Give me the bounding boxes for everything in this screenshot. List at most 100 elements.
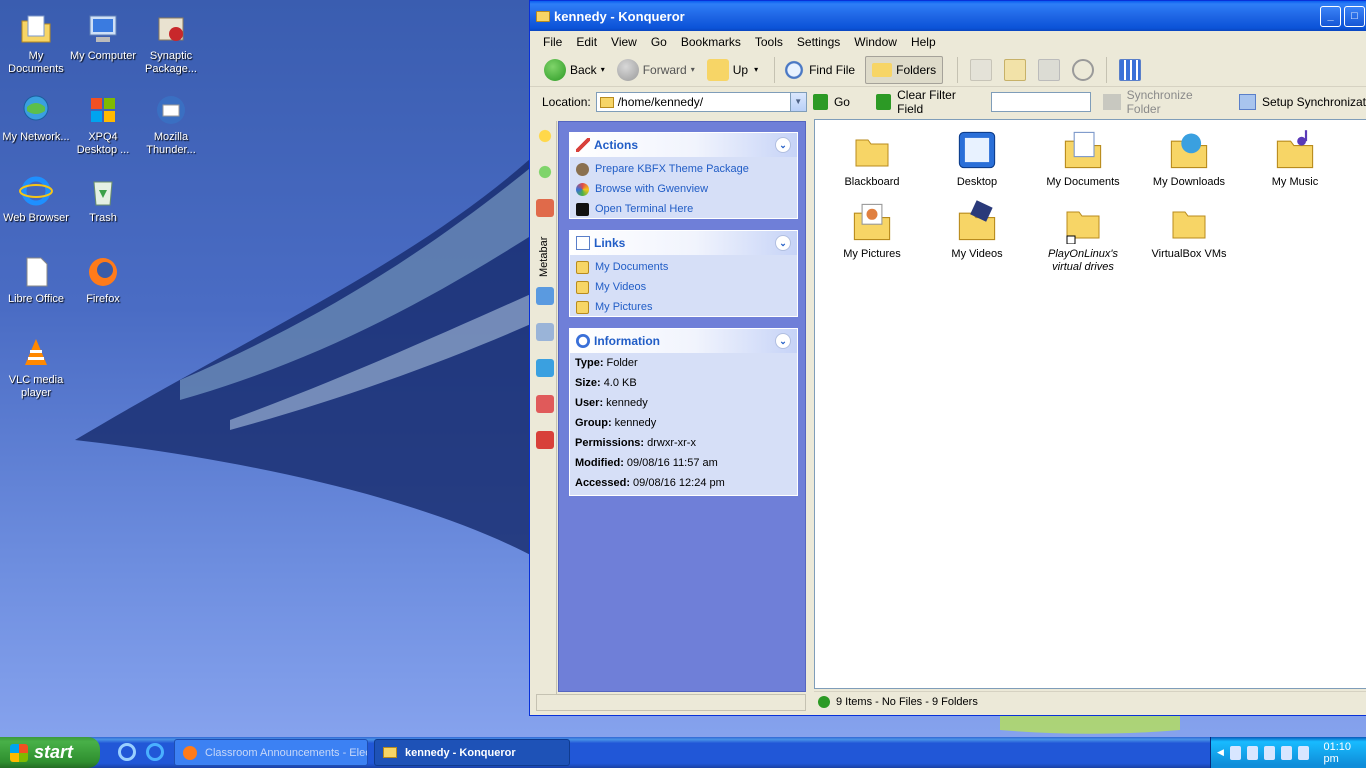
status-bar: 9 Items - No Files - 9 Folders xyxy=(814,691,1366,711)
folder-item-my-videos[interactable]: My Videos xyxy=(925,200,1029,261)
desktop-icon-xpq4[interactable]: XPQ4 Desktop ... xyxy=(68,93,138,157)
action-item[interactable]: Prepare KBFX Theme Package xyxy=(570,159,797,179)
desktop-icon-network[interactable]: My Network... xyxy=(1,93,71,144)
location-bar: Location: /home/kennedy/ ▼ Go Clear Filt… xyxy=(530,87,1366,117)
quicklaunch-browser-icon[interactable] xyxy=(146,743,164,761)
desktop-icon-trash[interactable]: Trash xyxy=(68,174,138,225)
action-item[interactable]: Open Terminal Here xyxy=(570,199,797,219)
menu-bookmarks[interactable]: Bookmarks xyxy=(674,35,748,49)
chevron-down-icon[interactable]: ▼ xyxy=(789,93,806,111)
folder-item-my-pictures[interactable]: My Pictures xyxy=(820,200,924,261)
sidebar-tab-metabar[interactable]: Metabar xyxy=(538,235,552,279)
links-icon xyxy=(576,236,590,250)
link-item[interactable]: My Videos xyxy=(570,277,797,297)
taskbar-item-konqueror[interactable]: kennedy - Konqueror xyxy=(374,739,570,766)
sync-icon[interactable] xyxy=(1103,94,1121,110)
network-tab-icon[interactable] xyxy=(535,359,554,377)
link-item[interactable]: My Documents xyxy=(570,257,797,277)
folder-item-desktop[interactable]: Desktop xyxy=(925,128,1029,189)
link-item[interactable]: My Pictures xyxy=(570,297,797,317)
folder-label: Desktop xyxy=(956,176,998,188)
folder-item-my-downloads[interactable]: My Downloads xyxy=(1137,128,1241,189)
links-title: Links xyxy=(594,236,626,250)
media-icon[interactable] xyxy=(535,287,554,305)
clear-filter-button[interactable]: Clear Filter Field xyxy=(897,88,981,116)
folders-button[interactable]: Folders xyxy=(865,55,944,84)
firefox-icon xyxy=(89,258,117,286)
desktop-icon-thunderbird[interactable]: Mozilla Thunder... xyxy=(136,93,206,157)
collapse-chevron-icon[interactable]: ⌄ xyxy=(775,137,791,153)
trash-action-icon[interactable] xyxy=(1038,58,1061,81)
folder-label: My Pictures xyxy=(843,248,901,260)
folder-item-blackboard[interactable]: Blackboard xyxy=(820,132,924,189)
info-key: User: xyxy=(575,397,604,409)
up-button[interactable]: Up ▾ xyxy=(705,56,760,84)
setup-sync-icon[interactable] xyxy=(1238,94,1256,110)
videos-folder-icon xyxy=(958,200,996,241)
file-view[interactable]: Blackboard Desktop My Documents My Downl… xyxy=(814,119,1366,689)
action-item[interactable]: Browse with Gwenview xyxy=(570,179,797,199)
undo-icon[interactable] xyxy=(1072,58,1095,81)
information-header[interactable]: Information ⌄ xyxy=(570,329,797,353)
desktop-icon-my-documents[interactable]: My Documents xyxy=(1,12,71,76)
desktop-icon-label: Trash xyxy=(89,212,117,224)
history-icon[interactable] xyxy=(535,163,554,181)
pin-icon[interactable] xyxy=(535,431,554,449)
collapse-chevron-icon[interactable]: ⌄ xyxy=(775,333,791,349)
menu-file[interactable]: File xyxy=(536,35,569,49)
menu-edit[interactable]: Edit xyxy=(569,35,604,49)
tray-expand-icon[interactable]: ◀ xyxy=(1217,747,1224,758)
quicklaunch-ie-icon[interactable] xyxy=(118,743,136,761)
forward-button[interactable]: Forward ▾ xyxy=(615,56,697,84)
clock[interactable]: 01:10 pm xyxy=(1323,741,1366,765)
folder-item-my-documents[interactable]: My Documents xyxy=(1031,128,1135,189)
folder-item-playonlinux[interactable]: PlayOnLinux's virtual drives xyxy=(1031,204,1135,274)
go-button[interactable]: Go xyxy=(834,95,850,109)
desktop-icon-vlc[interactable]: VLC media player xyxy=(1,336,71,400)
minimize-button[interactable]: _ xyxy=(1320,6,1341,27)
clipboard-icon[interactable] xyxy=(1229,745,1242,760)
folder-item-virtualbox-vms[interactable]: VirtualBox VMs xyxy=(1137,204,1241,261)
clear-filter-icon[interactable] xyxy=(875,94,892,110)
view-mode-icon[interactable] xyxy=(1119,58,1142,81)
find-file-button[interactable]: Find File xyxy=(781,56,857,84)
taskbar-item-classroom[interactable]: Classroom Announcements - Electr xyxy=(174,739,368,766)
desktop-icon-libreoffice[interactable]: Libre Office xyxy=(1,255,71,306)
menu-settings[interactable]: Settings xyxy=(790,35,847,49)
desktop-icon-synaptic[interactable]: Synaptic Package... xyxy=(136,12,206,76)
volume-icon[interactable] xyxy=(1264,745,1276,760)
menu-go[interactable]: Go xyxy=(644,35,674,49)
location-input[interactable]: /home/kennedy/ ▼ xyxy=(595,92,807,112)
filter-input[interactable] xyxy=(990,92,1092,112)
services-icon[interactable] xyxy=(535,395,554,413)
info-value: 4.0 KB xyxy=(603,377,637,389)
folder-item-my-music[interactable]: My Music xyxy=(1243,128,1347,189)
konqueror-window[interactable]: kennedy - Konqueror _ □ File Edit View G… xyxy=(529,0,1366,716)
desktop-icon-my-computer[interactable]: My Computer xyxy=(68,12,138,63)
start-button[interactable]: start xyxy=(0,737,100,768)
links-header[interactable]: Links ⌄ xyxy=(570,231,797,255)
maximize-button[interactable]: □ xyxy=(1344,6,1365,27)
sync-folder-button[interactable]: Synchronize Folder xyxy=(1127,88,1225,116)
menu-tools[interactable]: Tools xyxy=(748,35,790,49)
desktop-icon-firefox[interactable]: Firefox xyxy=(68,255,138,306)
go-arrow-icon[interactable] xyxy=(812,94,828,110)
bookmarks-star-icon[interactable] xyxy=(535,127,554,145)
menu-window[interactable]: Window xyxy=(847,35,904,49)
menu-view[interactable]: View xyxy=(604,35,644,49)
collapse-chevron-icon[interactable]: ⌄ xyxy=(775,235,791,251)
update-icon[interactable] xyxy=(1281,745,1293,760)
back-button[interactable]: Back ▾ xyxy=(542,56,607,84)
devices-icon[interactable] xyxy=(535,323,554,341)
actions-header[interactable]: Actions ⌄ xyxy=(570,133,797,157)
device-icon[interactable] xyxy=(1298,745,1310,760)
menu-help[interactable]: Help xyxy=(904,35,943,49)
paste-icon[interactable] xyxy=(1004,58,1027,81)
title-bar[interactable]: kennedy - Konqueror xyxy=(530,1,1366,31)
home-icon[interactable] xyxy=(535,199,554,217)
network-tray-icon[interactable] xyxy=(1247,745,1259,760)
actions-panel: Actions ⌄ Prepare KBFX Theme Package Bro… xyxy=(569,132,798,219)
setup-sync-button[interactable]: Setup Synchronizat xyxy=(1262,95,1366,109)
copy-icon[interactable] xyxy=(970,58,993,81)
desktop-icon-web-browser[interactable]: Web Browser xyxy=(1,174,71,225)
